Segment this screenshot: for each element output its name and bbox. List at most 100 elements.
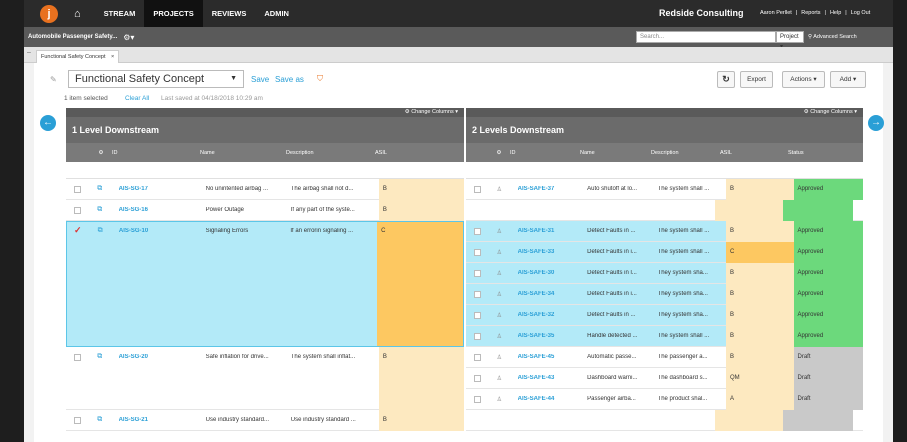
table-row[interactable]: ♙ AIS-SAFE-30 Detect Faults in l... They… [466, 262, 863, 284]
saved-view-select[interactable]: Functional Safety Concept ▼ [68, 70, 244, 88]
item-id[interactable]: AIS-SAFE-43 [518, 375, 587, 381]
table-row[interactable]: ♙ AIS-SAFE-45 Automatic passe... The pas… [466, 346, 863, 368]
app-logo[interactable]: j [40, 4, 58, 23]
spacer-row [466, 409, 863, 431]
item-id[interactable]: AIS-SG-10 [119, 228, 206, 234]
nav-admin[interactable]: ADMIN [255, 0, 298, 27]
table-row-selected[interactable]: ✓ ⧉ AIS-SG-10 Signaling Errors If an err… [66, 221, 464, 347]
reports-link[interactable]: Reports [801, 0, 820, 27]
logout-link[interactable]: Log Out [851, 0, 871, 27]
project-name[interactable]: Automobile Passenger Safety... [28, 34, 117, 40]
left-change-columns[interactable]: ⚙ Change Columns ▾ [66, 108, 464, 117]
save-link[interactable]: Save [251, 75, 269, 84]
advanced-search-link[interactable]: ⚲ Advanced Search [808, 31, 857, 43]
clear-all-link[interactable]: Clear All [125, 95, 149, 102]
col-name[interactable]: Name [580, 150, 651, 156]
search-input[interactable]: Search... [636, 31, 776, 43]
table-row[interactable]: ⧉ AIS-SG-16 Power Outage If any part of … [66, 199, 464, 221]
close-icon[interactable]: × [111, 54, 114, 60]
item-id[interactable]: AIS-SAFE-45 [518, 354, 587, 360]
col-name[interactable]: Name [200, 150, 286, 156]
item-id[interactable]: AIS-SAFE-30 [518, 270, 587, 276]
arrow-right-icon[interactable]: → [868, 115, 884, 131]
add-button[interactable]: Add ▾ [830, 71, 866, 88]
row-checkbox[interactable] [74, 185, 81, 193]
right-change-columns[interactable]: ⚙ Change Columns ▾ [466, 108, 863, 117]
item-description: The system shall ... [657, 228, 710, 234]
actions-button[interactable]: Actions ▾ [782, 71, 825, 88]
refresh-icon: ↻ [722, 74, 730, 84]
item-id[interactable]: AIS-SAFE-37 [518, 186, 587, 192]
row-checkbox[interactable] [474, 227, 481, 235]
item-id[interactable]: AIS-SG-17 [119, 186, 206, 192]
item-id[interactable]: AIS-SAFE-31 [518, 228, 587, 234]
status-badge: Approved [793, 178, 863, 200]
table-row[interactable]: ♙ AIS-SAFE-33 Detect Faults in i... The … [466, 241, 863, 263]
item-id[interactable]: AIS-SG-20 [119, 354, 206, 360]
left-gear-icon[interactable]: ⚙ [90, 150, 112, 156]
gear-icon[interactable]: ⚙▾ [123, 33, 134, 42]
item-description: The airbag shall not d... [290, 186, 354, 192]
refresh-button[interactable]: ↻ [717, 71, 735, 88]
trace-view-panel: ✎ Functional Safety Concept ▼ Save Save … [34, 63, 884, 442]
row-checkbox[interactable] [474, 311, 481, 319]
item-id[interactable]: AIS-SAFE-33 [518, 249, 587, 255]
requirement-icon: ⧉ [97, 227, 103, 234]
col-id[interactable]: ID [510, 150, 580, 156]
nav-reviews[interactable]: REVIEWS [203, 0, 256, 27]
table-row[interactable]: ♙ AIS-SAFE-35 Handle detected ... The sy… [466, 325, 863, 347]
left-grid: ⚙ Change Columns ▾ 1 Level Downstream ⚙ … [66, 108, 464, 442]
collapse-icon[interactable]: – [27, 49, 31, 56]
tab-functional-safety-concept[interactable]: Functional Safety Concept × [36, 50, 120, 63]
right-gear-icon[interactable]: ⚙ [488, 150, 510, 156]
row-checkbox[interactable] [474, 353, 481, 361]
row-checkbox[interactable] [474, 269, 481, 277]
help-link[interactable]: Help [830, 0, 841, 27]
col-status[interactable]: Status [788, 150, 858, 156]
item-id[interactable]: AIS-SG-21 [119, 417, 206, 423]
row-checkbox[interactable] [74, 416, 81, 424]
item-name: Detect Faults in ... [587, 228, 636, 234]
arrow-left-icon[interactable]: ← [40, 115, 56, 131]
table-row[interactable]: ⧉ AIS-SG-20 Safe inflation for drive... … [66, 347, 464, 410]
save-as-link[interactable]: Save as [275, 75, 304, 84]
col-id[interactable]: ID [112, 150, 200, 156]
spacer-status [783, 409, 853, 431]
item-id[interactable]: AIS-SAFE-32 [518, 312, 587, 318]
person-icon: ♙ [496, 228, 502, 235]
item-id[interactable]: AIS-SAFE-44 [518, 396, 587, 402]
document-tabs: – Functional Safety Concept × [24, 47, 893, 63]
col-asil[interactable]: ASIL [375, 150, 461, 156]
row-checkbox[interactable] [474, 395, 481, 403]
row-checkbox[interactable] [474, 332, 481, 340]
nav-stream[interactable]: STREAM [95, 0, 145, 27]
nav-projects[interactable]: PROJECTS [144, 0, 203, 27]
row-checkbox[interactable] [74, 206, 81, 214]
table-row[interactable]: ♙ AIS-SAFE-37 Auto shutoff at lo... The … [466, 178, 863, 200]
table-row[interactable]: ♙ AIS-SAFE-31 Detect Faults in ... The s… [466, 220, 863, 242]
table-row[interactable]: ♙ AIS-SAFE-34 Detect Faults in i... They… [466, 283, 863, 305]
user-name-link[interactable]: Aaron Perllet [760, 0, 792, 27]
col-asil[interactable]: ASIL [720, 150, 788, 156]
search-scope-select[interactable]: Project ▾ [776, 31, 804, 50]
row-checkbox[interactable] [474, 248, 481, 256]
export-button[interactable]: Export [740, 71, 773, 88]
table-row[interactable]: ♙ AIS-SAFE-43 Dashboard warni... The das… [466, 367, 863, 389]
row-checkbox[interactable] [474, 185, 481, 193]
col-description[interactable]: Description [286, 150, 375, 156]
table-row[interactable]: ⧉ AIS-SG-17 No unintented airbag ... The… [66, 178, 464, 200]
bookmark-icon[interactable]: ⛉ [317, 74, 323, 84]
table-row[interactable]: ♙ AIS-SAFE-44 Passenger airba... The pro… [466, 388, 863, 410]
item-id[interactable]: AIS-SAFE-34 [518, 291, 587, 297]
row-checkbox[interactable] [474, 374, 481, 382]
table-row[interactable]: ♙ AIS-SAFE-32 Detect Faults in ... They … [466, 304, 863, 326]
pencil-icon[interactable]: ✎ [50, 75, 57, 84]
item-id[interactable]: AIS-SAFE-35 [518, 333, 587, 339]
checkmark-icon[interactable]: ✓ [74, 225, 81, 236]
table-row[interactable]: ⧉ AIS-SG-21 Use industry standard... Use… [66, 409, 464, 431]
row-checkbox[interactable] [474, 290, 481, 298]
item-id[interactable]: AIS-SG-16 [119, 207, 206, 213]
home-icon[interactable]: ⌂ [74, 8, 81, 20]
col-description[interactable]: Description [651, 150, 720, 156]
row-checkbox[interactable] [74, 354, 81, 361]
